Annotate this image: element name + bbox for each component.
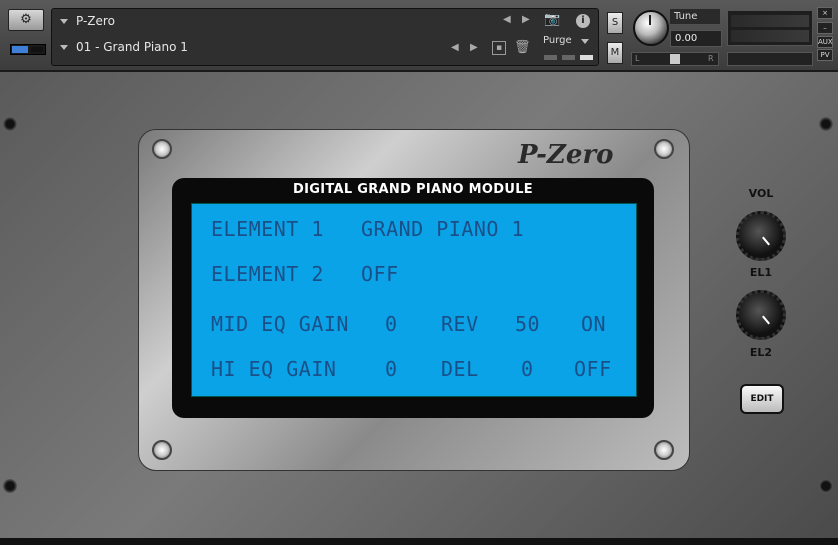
prev-preset-icon[interactable]: ◀ bbox=[451, 42, 459, 53]
element1-volume-knob[interactable] bbox=[736, 211, 786, 261]
lcd-del-state[interactable]: OFF bbox=[574, 357, 612, 381]
pan-slider[interactable]: L R bbox=[631, 52, 719, 66]
pan-right-label: R bbox=[708, 54, 714, 63]
aux-button[interactable]: AUX bbox=[817, 36, 833, 48]
purge-indicator bbox=[562, 55, 575, 60]
volume-slider[interactable] bbox=[727, 52, 813, 66]
camera-icon[interactable]: 📷 bbox=[544, 12, 560, 27]
pan-left-label: L bbox=[635, 54, 640, 63]
next-preset-icon[interactable]: ▶ bbox=[470, 42, 478, 53]
lcd-rev-state[interactable]: ON bbox=[581, 312, 606, 336]
rack-screw bbox=[3, 117, 17, 131]
info-icon[interactable]: i bbox=[576, 14, 590, 28]
vol-label: VOL bbox=[748, 187, 774, 200]
purge-button[interactable]: Purge bbox=[543, 35, 572, 46]
bottom-edge bbox=[0, 538, 838, 545]
lcd-element2-value[interactable]: OFF bbox=[361, 262, 399, 286]
tune-label: Tune bbox=[670, 9, 720, 24]
brand-logo: P-Zero bbox=[518, 140, 614, 170]
edit-button[interactable]: EDIT bbox=[740, 384, 784, 414]
purge-indicator bbox=[580, 55, 593, 60]
close-button[interactable]: × bbox=[817, 7, 833, 19]
lcd-rev-value[interactable]: 50 bbox=[515, 312, 540, 336]
dropdown-arrow-icon[interactable] bbox=[60, 19, 68, 24]
element2-volume-knob[interactable] bbox=[736, 290, 786, 340]
module-title: DIGITAL GRAND PIANO MODULE bbox=[293, 182, 533, 197]
lcd-del-label: DEL bbox=[441, 357, 479, 381]
instrument-info-panel: P-Zero 01 - Grand Piano 1 ◀ ▶ ◀ ▶ ▪ 🗑 📷 … bbox=[51, 8, 599, 66]
lcd-hi-eq-value[interactable]: 0 bbox=[385, 357, 398, 381]
rack-screw bbox=[3, 479, 17, 493]
output-meter bbox=[727, 10, 813, 46]
rack-screw bbox=[819, 479, 833, 493]
bezel-screw bbox=[654, 139, 674, 159]
lcd-element2-label: ELEMENT 2 bbox=[211, 262, 324, 286]
el1-label: EL1 bbox=[749, 266, 773, 279]
preset-name-row[interactable]: 01 - Grand Piano 1 bbox=[60, 37, 188, 57]
level-meter bbox=[10, 44, 46, 55]
lcd-hi-eq-label: HI EQ GAIN bbox=[211, 357, 337, 381]
purge-indicator bbox=[544, 55, 557, 60]
next-instrument-icon[interactable]: ▶ bbox=[522, 14, 530, 25]
pv-button[interactable]: PV bbox=[817, 49, 833, 61]
dropdown-arrow-icon[interactable] bbox=[60, 45, 68, 50]
lcd-mid-eq-value[interactable]: 0 bbox=[385, 312, 398, 336]
save-icon[interactable]: ▪ bbox=[492, 41, 506, 55]
minimize-button[interactable]: – bbox=[817, 22, 833, 34]
instrument-name-row[interactable]: P-Zero bbox=[60, 11, 115, 31]
lcd-element1-value[interactable]: GRAND PIANO 1 bbox=[361, 217, 524, 241]
tune-knob[interactable] bbox=[633, 10, 669, 46]
purge-dropdown-icon[interactable] bbox=[581, 39, 589, 44]
lcd-element1-label: ELEMENT 1 bbox=[211, 217, 324, 241]
lcd-mid-eq-label: MID EQ GAIN bbox=[211, 312, 349, 336]
tune-value[interactable]: 0.00 bbox=[670, 30, 722, 47]
lcd-rev-label: REV bbox=[441, 312, 479, 336]
el2-label: EL2 bbox=[749, 346, 773, 359]
delete-icon[interactable]: 🗑 bbox=[514, 40, 531, 55]
instrument-header: ⚙ P-Zero 01 - Grand Piano 1 ◀ ▶ ◀ ▶ ▪ 🗑 … bbox=[0, 0, 838, 72]
bezel-screw bbox=[152, 139, 172, 159]
instrument-name: P-Zero bbox=[76, 14, 115, 28]
wrench-icon[interactable]: ⚙ bbox=[8, 9, 44, 31]
lcd-del-value[interactable]: 0 bbox=[521, 357, 534, 381]
rack-screw bbox=[819, 117, 833, 131]
solo-button[interactable]: S bbox=[607, 12, 623, 34]
pan-handle[interactable] bbox=[670, 54, 680, 64]
prev-instrument-icon[interactable]: ◀ bbox=[503, 14, 511, 25]
preset-name: 01 - Grand Piano 1 bbox=[76, 40, 188, 54]
mute-button[interactable]: M bbox=[607, 42, 623, 64]
bezel-screw bbox=[152, 440, 172, 460]
bezel-screw bbox=[654, 440, 674, 460]
